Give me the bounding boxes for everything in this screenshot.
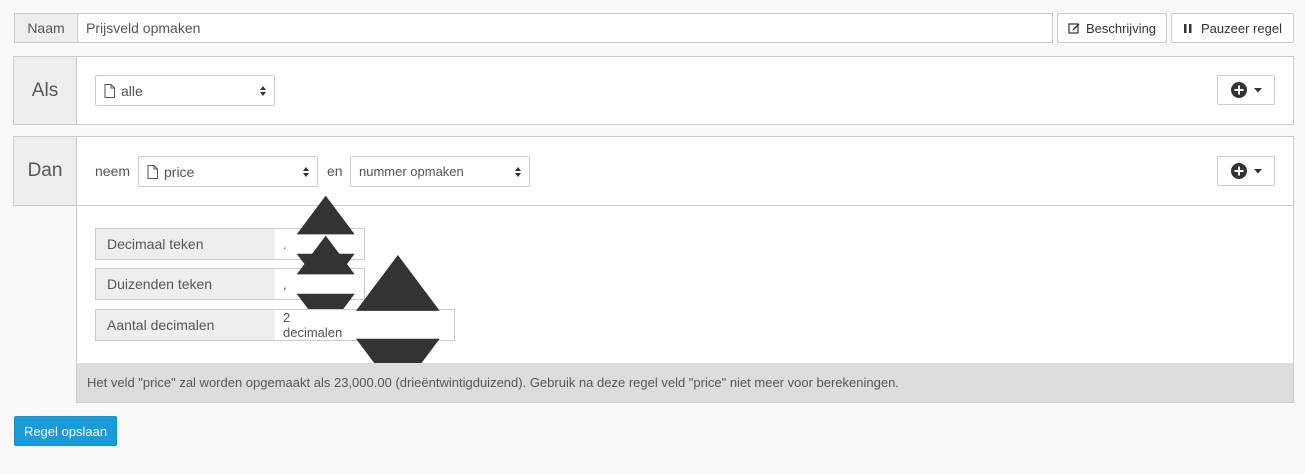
take-word: neem [95,163,131,179]
description-button[interactable]: Beschrijving [1057,13,1167,43]
document-icon [147,164,158,179]
and-word: en [327,163,343,179]
select-caret-icon [515,166,521,177]
then-divider [76,205,1294,206]
save-rule-button[interactable]: Regel opslaan [14,416,117,446]
decimal-sign-label: Decimaal teken [95,228,276,260]
document-icon [104,83,115,98]
plus-circle-icon [1230,163,1247,179]
then-field-value: price [164,163,195,180]
if-block-label: Als [13,56,77,125]
pause-rule-button[interactable]: Pauzeer regel [1171,13,1294,43]
info-text: Het veld "price" zal worden opgemaakt al… [87,375,899,390]
pause-rule-button-label: Pauzeer regel [1201,20,1282,36]
decimals-count-label: Aantal decimalen [95,309,276,341]
pause-icon [1184,23,1192,33]
decimals-count-select[interactable]: 2 decimalen [275,255,455,395]
plus-circle-icon [1230,82,1247,98]
info-bar: Het veld "price" zal worden opgemaakt al… [77,363,1293,402]
select-caret-icon [260,85,266,96]
thousands-sign-label: Duizenden teken [95,268,276,300]
if-scope-value: alle [121,82,143,99]
select-caret-icon [303,166,309,177]
then-add-button[interactable] [1217,156,1275,186]
edit-icon [1068,23,1080,34]
chevron-down-icon [1253,168,1262,173]
description-button-label: Beschrijving [1085,20,1157,36]
then-action-value: nummer opmaken [359,164,464,179]
name-input[interactable]: Prijsveld opmaken [77,13,1053,43]
if-add-button[interactable] [1217,75,1275,105]
chevron-down-icon [1253,87,1262,92]
then-action-select[interactable]: nummer opmaken [350,156,530,187]
decimals-count-value: 2 decimalen [283,310,343,340]
then-block-label: Dan [13,136,77,206]
name-label: Naam [14,13,78,43]
if-scope-select[interactable]: alle [95,75,275,106]
then-field-select[interactable]: price [138,156,318,187]
